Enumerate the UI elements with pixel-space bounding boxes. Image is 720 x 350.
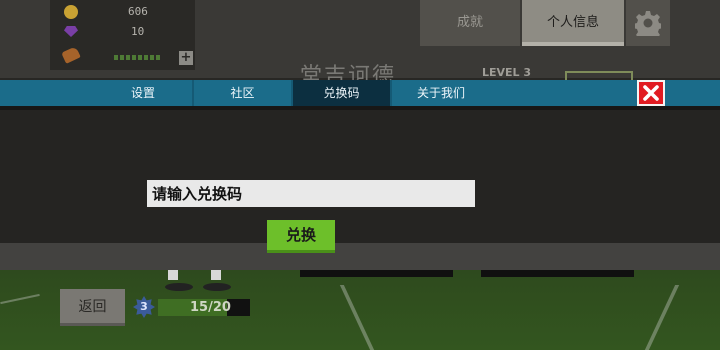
level-badge: 3 [133, 296, 155, 318]
stat-bar [481, 270, 634, 277]
tab-community[interactable]: 社区 [194, 80, 291, 106]
stat-bar [300, 270, 453, 277]
tab-settings[interactable]: 设置 [94, 80, 192, 106]
coin-icon [64, 5, 78, 19]
redeem-code-input[interactable] [147, 180, 475, 207]
close-button[interactable] [637, 80, 665, 106]
pitch-line [644, 285, 680, 350]
gem-count: 10 [131, 25, 145, 38]
avatar-frame [565, 71, 633, 80]
player-level-label: LEVEL 3 [482, 66, 532, 79]
gear-icon [635, 11, 661, 36]
player-shoes-image [165, 270, 231, 291]
pitch-line [0, 293, 40, 305]
pitch-line [339, 285, 375, 350]
tab-achievements[interactable]: 成就 [420, 0, 520, 46]
redeem-panel: 兑换 [0, 106, 720, 253]
tab-redeem-code[interactable]: 兑换码 [293, 80, 390, 106]
settings-button[interactable] [626, 0, 670, 46]
stamina-bar [114, 55, 162, 60]
xp-text: 15/20 [190, 300, 231, 315]
modal-tab-bar: 设置 社区 兑换码 关于我们 [0, 80, 720, 106]
close-icon [643, 85, 659, 101]
add-stamina-button[interactable]: + [179, 51, 193, 65]
settings-modal: 设置 社区 兑换码 关于我们 兑换 [0, 80, 720, 253]
back-button[interactable]: 返回 [60, 289, 125, 326]
tab-personal-info[interactable]: 个人信息 [522, 0, 624, 46]
redeem-button[interactable]: 兑换 [267, 220, 335, 253]
tab-about-us[interactable]: 关于我们 [392, 80, 490, 106]
coin-count: 606 [128, 5, 148, 18]
